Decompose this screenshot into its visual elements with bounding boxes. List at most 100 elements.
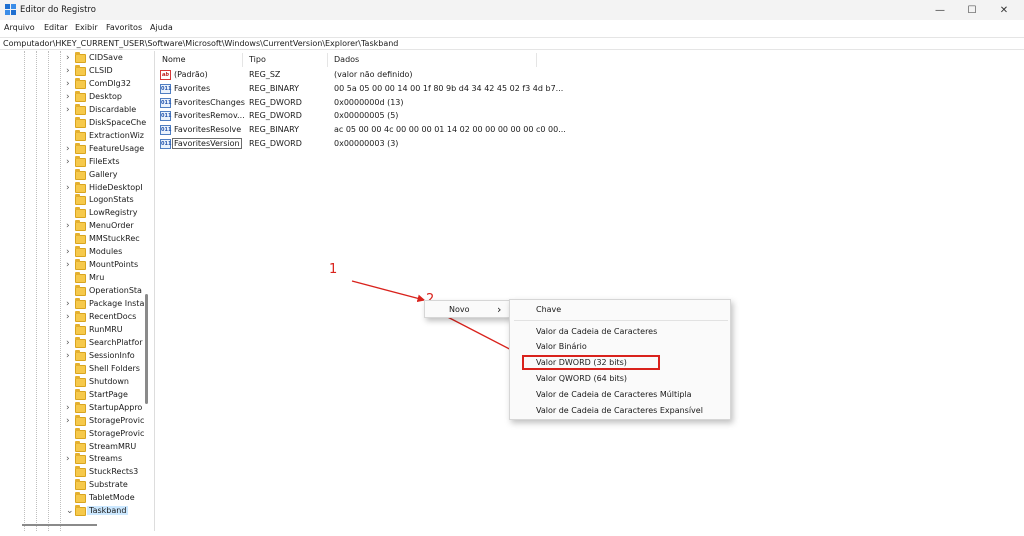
menu-item-novo[interactable]: Novo › (425, 302, 509, 317)
tree-item[interactable]: › MountPoints (0, 259, 150, 272)
chevron-right-icon[interactable]: › (66, 183, 74, 193)
chevron-right-icon[interactable]: › (66, 260, 74, 270)
tree-item[interactable]: ExtractionWiz (0, 129, 150, 143)
value-row[interactable]: 011 FavoritesChanges REG_DWORD 0x0000000d (… (156, 97, 556, 110)
tree-item[interactable]: StartPage (0, 388, 150, 402)
tree-item[interactable]: ⌄ Taskband (0, 505, 150, 518)
menu-favoritos[interactable]: Favoritos (106, 23, 142, 32)
folder-icon (75, 181, 86, 193)
tree-item[interactable]: StuckRects3 (0, 466, 150, 479)
submenu-item[interactable]: Valor de Cadeia de Caracteres Expansível (510, 403, 730, 418)
chevron-right-icon[interactable]: › (66, 105, 74, 115)
chevron-right-icon[interactable]: › (66, 403, 74, 413)
tree-item[interactable]: Gallery (0, 168, 150, 182)
folder-icon (75, 207, 86, 219)
tree-item[interactable]: › MenuOrder (0, 220, 150, 233)
value-row[interactable]: ab (Padrão) REG_SZ (valor não definido) (156, 69, 556, 82)
tree-item[interactable]: › SearchPlatfor (0, 336, 150, 350)
chevron-right-icon[interactable]: › (66, 338, 74, 348)
menu-editar[interactable]: Editar (44, 23, 68, 32)
chevron-right-icon[interactable]: › (66, 351, 74, 361)
folder-icon (75, 77, 86, 89)
chevron-right-icon[interactable]: › (66, 66, 74, 76)
tree-item[interactable]: › StartupAppro (0, 401, 150, 415)
column-separator[interactable] (327, 53, 328, 67)
submenu-item[interactable]: Valor da Cadeia de Caracteres (510, 324, 730, 339)
tree-item[interactable]: › CLSID (0, 64, 150, 78)
chevron-right-icon[interactable]: › (66, 79, 74, 89)
chevron-right-icon[interactable]: › (66, 247, 74, 257)
tree-item[interactable]: › FeatureUsage (0, 142, 150, 156)
chevron-right-icon[interactable]: › (66, 157, 74, 167)
tree-item[interactable]: Mru (0, 272, 150, 285)
tree-item[interactable]: › RecentDocs (0, 311, 150, 324)
tree-item[interactable]: TabletMode (0, 492, 150, 505)
chevron-right-icon[interactable]: › (66, 221, 74, 231)
folder-icon (75, 52, 86, 63)
submenu-item[interactable]: Valor Binário (510, 339, 730, 354)
address-path[interactable]: Computador\HKEY_CURRENT_USER\Software\Mi… (3, 39, 398, 48)
tree-item[interactable]: › FileExts (0, 155, 150, 169)
maximize-button[interactable]: ☐ (956, 0, 988, 20)
chevron-right-icon[interactable]: › (66, 53, 74, 63)
tree-horizontal-scrollbar[interactable] (22, 524, 97, 526)
menu-ajuda[interactable]: Ajuda (150, 23, 173, 32)
tree-item[interactable]: StorageProvic (0, 427, 150, 441)
values-list[interactable]: Nome Tipo Dados ab (Padrão) REG_SZ (valor n… (156, 51, 1024, 531)
value-row[interactable]: 011 Favorites REG_BINARY 00 5a 05 00 00 14 … (156, 83, 563, 96)
chevron-down-icon[interactable]: ⌄ (66, 506, 74, 516)
chevron-right-icon[interactable]: › (66, 454, 74, 464)
address-bar[interactable]: Computador\HKEY_CURRENT_USER\Software\Mi… (0, 37, 1024, 50)
folder-icon (75, 323, 86, 335)
chevron-right-icon[interactable]: › (66, 416, 74, 426)
tree-item[interactable]: › SessionInfo (0, 349, 150, 363)
tree-item[interactable]: RunMRU (0, 323, 150, 337)
column-header-data[interactable]: Dados (334, 55, 359, 64)
folder-icon (75, 168, 86, 180)
annotation-highlight-box (522, 355, 660, 370)
submenu-item[interactable]: Valor DWORD (32 bits) (510, 355, 730, 370)
column-header-type[interactable]: Tipo (249, 55, 266, 64)
tree-item[interactable]: LogonStats (0, 194, 150, 207)
tree-item[interactable]: › CIDSave (0, 52, 150, 65)
submenu-item-label: Valor Binário (536, 342, 587, 351)
submenu-item[interactable]: Valor QWORD (64 bits) (510, 371, 730, 386)
tree-item-label: LowRegistry (89, 208, 138, 218)
chevron-right-icon[interactable]: › (66, 144, 74, 154)
tree-item[interactable]: › Desktop (0, 90, 150, 104)
chevron-right-icon[interactable]: › (66, 92, 74, 102)
tree-item[interactable]: Substrate (0, 479, 150, 492)
submenu-item[interactable]: Chave (510, 302, 730, 317)
close-button[interactable]: ✕ (988, 0, 1020, 20)
tree-item[interactable]: OperationSta (0, 285, 150, 298)
column-header-name[interactable]: Nome (162, 55, 186, 64)
chevron-right-icon[interactable]: › (66, 312, 74, 322)
column-separator[interactable] (536, 53, 537, 67)
tree-item[interactable]: MMStuckRec (0, 233, 150, 246)
tree-item[interactable]: › ComDlg32 (0, 77, 150, 91)
value-row[interactable]: 011 FavoritesResolve REG_BINARY ac 05 00 00… (156, 124, 566, 137)
tree-item[interactable]: DiskSpaceChe (0, 116, 150, 130)
minimize-button[interactable]: — (924, 0, 956, 20)
value-row[interactable]: 011 FavoritesVersion REG_DWORD 0x00000003 (… (156, 138, 556, 151)
tree-item[interactable]: › HideDesktopI (0, 181, 150, 195)
tree-item[interactable]: StreamMRU (0, 440, 150, 454)
tree-item[interactable]: › Discardable (0, 103, 150, 117)
tree-item[interactable]: › Package Insta (0, 298, 150, 311)
column-separator[interactable] (242, 53, 243, 67)
tree-item-label: Shell Folders (89, 363, 140, 373)
tree-item[interactable]: › StorageProvic (0, 414, 150, 428)
key-tree[interactable]: › CIDSave › CLSID › ComDlg32 › Desktop › Discarda… (0, 51, 155, 531)
menu-arquivo[interactable]: Arquivo (4, 23, 35, 32)
chevron-right-icon[interactable]: › (66, 299, 74, 309)
tree-item[interactable]: LowRegistry (0, 207, 150, 220)
tree-item[interactable]: › Streams (0, 453, 150, 466)
folder-icon (75, 90, 86, 102)
tree-item[interactable]: › Modules (0, 246, 150, 259)
menu-exibir[interactable]: Exibir (75, 23, 98, 32)
tree-item[interactable]: Shutdown (0, 375, 150, 389)
value-row[interactable]: 011 FavoritesRemov... REG_DWORD 0x00000005 … (156, 110, 556, 123)
submenu-item[interactable]: Valor de Cadeia de Caracteres Múltipla (510, 387, 730, 402)
tree-item-label: Modules (89, 247, 123, 257)
tree-item[interactable]: Shell Folders (0, 362, 150, 376)
